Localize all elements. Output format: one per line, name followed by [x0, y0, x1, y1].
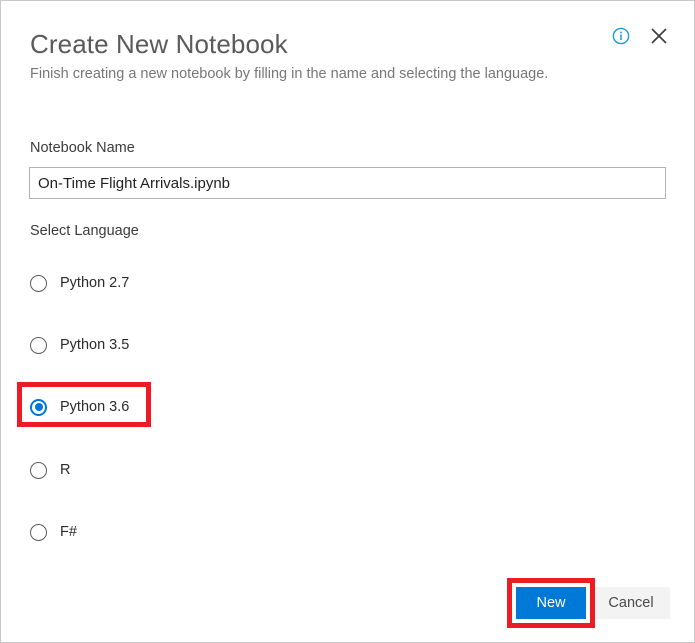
- dialog-subtitle: Finish creating a new notebook by fillin…: [30, 66, 548, 82]
- select-language-label: Select Language: [30, 223, 139, 239]
- dialog-title: Create New Notebook: [30, 29, 288, 60]
- radio-label: Python 2.7: [60, 275, 129, 291]
- close-icon[interactable]: [648, 25, 670, 47]
- radio-option-python-2-7[interactable]: Python 2.7: [30, 271, 129, 295]
- radio-option-python-3-6[interactable]: Python 3.6: [30, 395, 129, 419]
- radio-label: R: [60, 462, 70, 478]
- radio-option-python-3-5[interactable]: Python 3.5: [30, 333, 129, 357]
- radio-label: Python 3.6: [60, 399, 129, 415]
- radio-circle-icon: [30, 275, 47, 292]
- info-circle-icon[interactable]: [610, 25, 632, 47]
- notebook-name-label: Notebook Name: [30, 140, 135, 156]
- notebook-name-input[interactable]: [29, 167, 666, 199]
- create-new-notebook-dialog: Create New Notebook Finish creating a ne…: [0, 0, 695, 643]
- dialog-header-icons: [610, 25, 670, 47]
- radio-circle-selected-icon: [30, 399, 47, 416]
- radio-option-r[interactable]: R: [30, 458, 70, 482]
- radio-circle-icon: [30, 462, 47, 479]
- radio-label: F#: [60, 524, 77, 540]
- radio-option-f-sharp[interactable]: F#: [30, 520, 77, 544]
- radio-circle-icon: [30, 524, 47, 541]
- cancel-button[interactable]: Cancel: [592, 587, 670, 619]
- radio-label: Python 3.5: [60, 337, 129, 353]
- radio-circle-icon: [30, 337, 47, 354]
- new-button[interactable]: New: [516, 587, 586, 619]
